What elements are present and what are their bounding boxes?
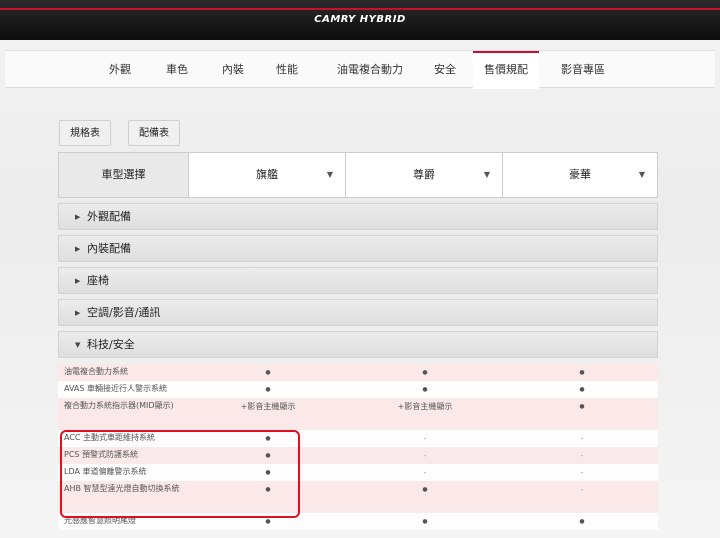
nav-tab-color[interactable]: 車色 [157,51,197,89]
model-dropdown-3[interactable]: 豪華 ▼ [503,153,657,197]
feature-name: 複合動力系統指示器(MID顯示) [64,401,174,410]
feature-name: AVAS 車輛接近行人警示系統 [64,384,168,393]
top-header-bar: CAMRY HYBRID [0,0,720,40]
nav-tab-hybrid[interactable]: 油電複合動力 [325,51,415,89]
table-row: 複合動力系統指示器(MID顯示) +影音主機顯示 +影音主機顯示 ● [58,398,658,430]
nav-tab-exterior[interactable]: 外觀 [100,51,140,89]
triangle-right-icon: ▶ [75,213,81,221]
accent-line [0,8,720,10]
section-exterior-equipment[interactable]: ▶ 外觀配備 [58,203,658,230]
standard-dot-icon: ● [579,386,585,393]
model-title: CAMRY HYBRID [314,14,406,25]
standard-dot-icon: ● [422,518,428,525]
model-selector-label: 車型選擇 [59,153,189,197]
chevron-down-icon: ▼ [326,170,333,179]
nav-tab-media[interactable]: 影音專區 [553,51,613,89]
model-dropdown-1-value: 旗艦 [256,168,278,181]
table-row: AVAS 車輛接近行人警示系統 ● ● ● [58,381,658,398]
not-available-mark: - [580,485,584,494]
spec-table-button[interactable]: 規格表 [59,120,111,146]
nav-tab-interior[interactable]: 內裝 [213,51,253,89]
nav-tab-safety[interactable]: 安全 [425,51,465,89]
triangle-down-icon: ▼ [75,341,81,349]
section-label: 內裝配備 [87,242,131,255]
model-dropdown-1[interactable]: 旗艦 ▼ [189,153,346,197]
main-nav: 外觀 車色 內裝 性能 油電複合動力 安全 售價規配 影音專區 [5,50,715,89]
chevron-down-icon: ▼ [483,170,490,179]
not-available-mark: - [423,451,427,460]
triangle-right-icon: ▶ [75,245,81,253]
model-selector-row: 車型選擇 旗艦 ▼ 尊爵 ▼ 豪華 ▼ [58,152,658,198]
feature-value: +影音主機顯示 [397,402,453,411]
model-dropdown-3-value: 豪華 [569,168,591,181]
section-label: 外觀配備 [87,210,131,223]
not-available-mark: - [580,434,584,443]
section-interior-equipment[interactable]: ▶ 內裝配備 [58,235,658,262]
standard-dot-icon: ● [579,369,585,376]
table-row: 油電複合動力系統 ● ● ● [58,364,658,381]
triangle-right-icon: ▶ [75,309,81,317]
triangle-right-icon: ▶ [75,277,81,285]
not-available-mark: - [423,434,427,443]
feature-name: 油電複合動力系統 [64,367,128,376]
standard-dot-icon: ● [579,518,585,525]
not-available-mark: - [423,468,427,477]
section-seats[interactable]: ▶ 座椅 [58,267,658,294]
section-tech-safety[interactable]: ▼ 科技/安全 [58,331,658,358]
config-table-button[interactable]: 配備表 [128,120,180,146]
feature-value: +影音主機顯示 [240,402,296,411]
standard-dot-icon: ● [579,403,585,410]
standard-dot-icon: ● [422,486,428,493]
nav-tab-performance[interactable]: 性能 [267,51,307,89]
standard-dot-icon: ● [422,386,428,393]
chevron-down-icon: ▼ [638,170,645,179]
standard-dot-icon: ● [265,369,271,376]
not-available-mark: - [580,468,584,477]
section-label: 空調/影音/通訊 [87,306,161,319]
section-label: 座椅 [87,274,109,287]
highlight-box [60,430,300,518]
standard-dot-icon: ● [422,369,428,376]
model-dropdown-2-value: 尊爵 [413,168,435,181]
standard-dot-icon: ● [265,386,271,393]
section-label: 科技/安全 [87,338,135,351]
nav-tab-price-spec[interactable]: 售價規配 [473,51,539,89]
model-dropdown-2[interactable]: 尊爵 ▼ [346,153,503,197]
not-available-mark: - [580,451,584,460]
section-ac-media-comm[interactable]: ▶ 空調/影音/通訊 [58,299,658,326]
